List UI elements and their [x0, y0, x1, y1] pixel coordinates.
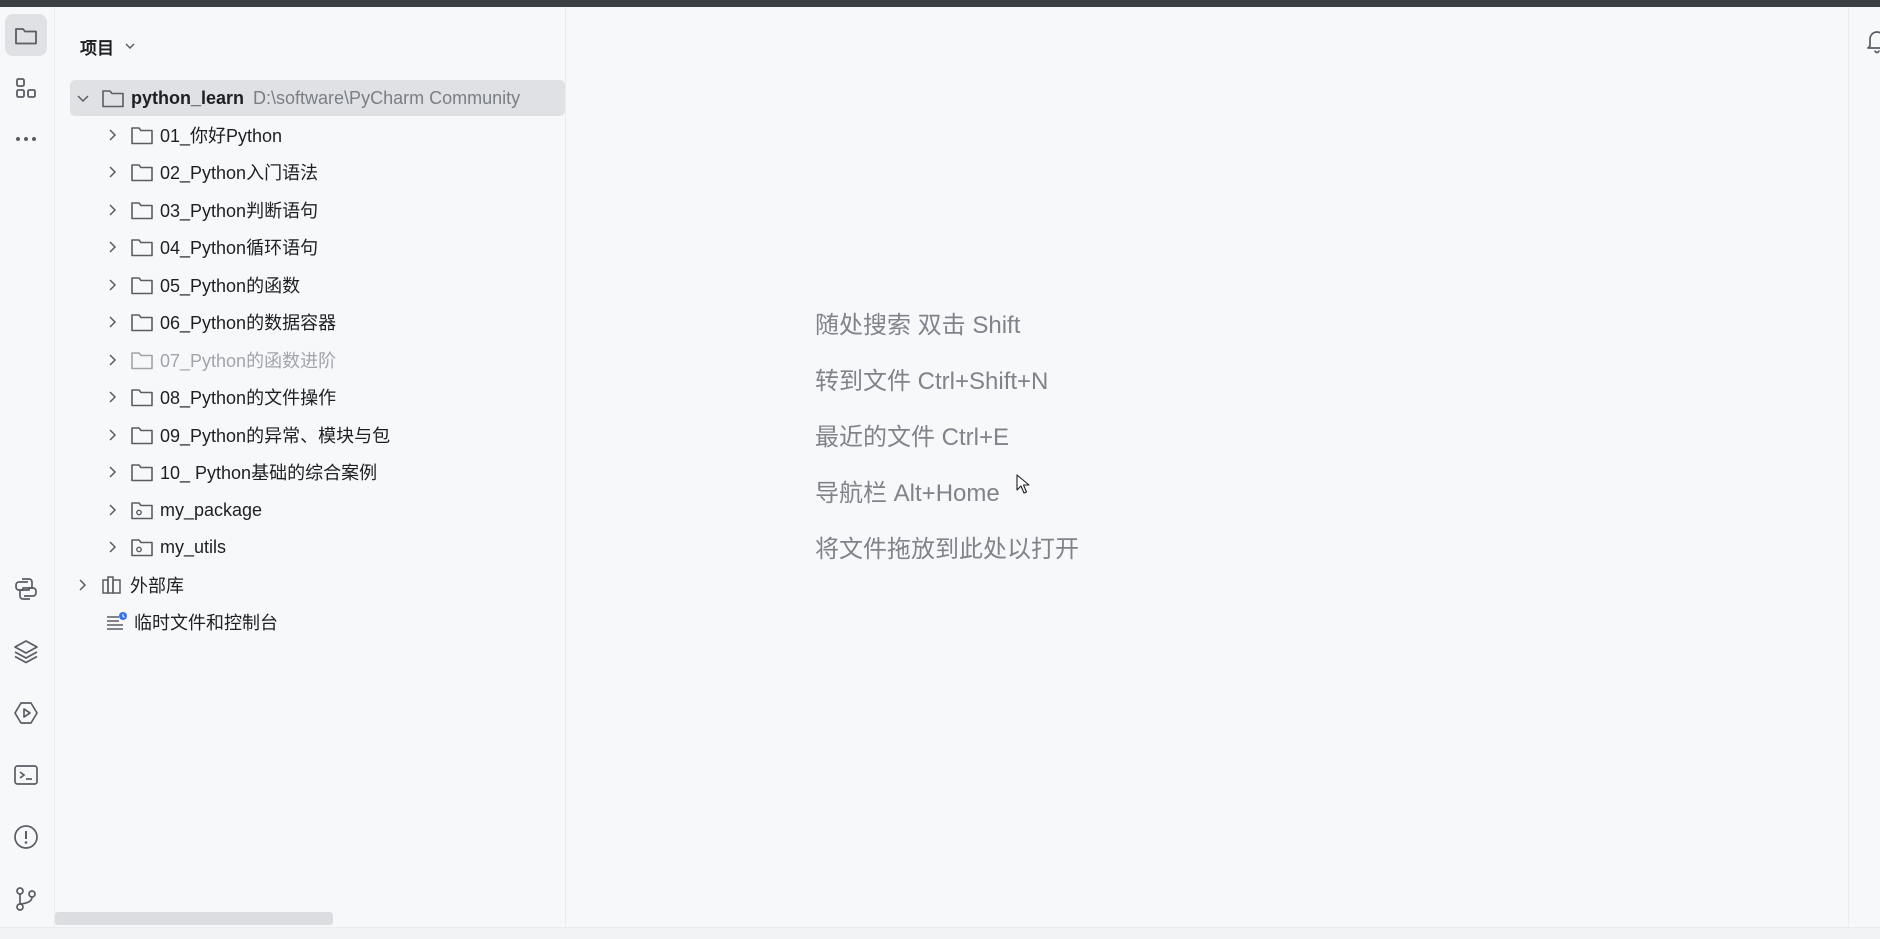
- folder-label: 08_Python的文件操作: [160, 388, 337, 408]
- folder-icon: [130, 274, 154, 296]
- more-icon[interactable]: [5, 118, 47, 160]
- tree-folder-item[interactable]: 08_Python的文件操作: [55, 379, 565, 415]
- folder-icon: [130, 199, 154, 221]
- tree-folder-item[interactable]: 02_Python入门语法: [55, 154, 565, 190]
- folder-icon: [130, 461, 154, 483]
- layers-icon[interactable]: [5, 630, 47, 672]
- folder-icon: [130, 386, 154, 408]
- tree-folder-item[interactable]: 09_Python的异常、模块与包: [55, 417, 565, 453]
- chevron-down-icon: [125, 43, 135, 50]
- terminal-icon[interactable]: [5, 754, 47, 796]
- hint-drop-files: 将文件拖放到此处以打开: [815, 536, 1079, 563]
- scrollbar-thumb[interactable]: [55, 912, 333, 925]
- scratches-label: 临时文件和控制台: [134, 613, 278, 633]
- folder-icon: [130, 161, 154, 183]
- chevron-right-icon[interactable]: [104, 127, 120, 143]
- tree-external-libraries[interactable]: 外部库: [55, 567, 565, 603]
- horizontal-scrollbar[interactable]: [55, 912, 565, 926]
- tree-folder-item[interactable]: 01_你好Python: [55, 117, 565, 153]
- panel-title: 项目: [80, 38, 114, 58]
- chevron-right-icon[interactable]: [104, 277, 120, 293]
- tree-folder-item[interactable]: 04_Python循环语句: [55, 229, 565, 265]
- python-console-icon[interactable]: [5, 568, 47, 610]
- problems-icon[interactable]: [5, 816, 47, 858]
- left-toolbar: [0, 7, 55, 938]
- scratches-icon: [104, 611, 128, 633]
- package-label: my_utils: [160, 536, 227, 557]
- folder-label: 07_Python的函数进阶: [160, 351, 337, 371]
- folder-icon: [130, 349, 154, 371]
- chevron-right-icon[interactable]: [104, 539, 120, 555]
- chevron-right-icon[interactable]: [74, 577, 90, 593]
- folder-icon: [101, 87, 125, 109]
- mouse-cursor-icon: [1016, 474, 1030, 494]
- tree-folder-item[interactable]: 06_Python的数据容器: [55, 304, 565, 340]
- package-folder-icon: [130, 499, 154, 521]
- chevron-right-icon[interactable]: [104, 239, 120, 255]
- chevron-right-icon[interactable]: [104, 389, 120, 405]
- chevron-right-icon[interactable]: [104, 502, 120, 518]
- structure-icon[interactable]: [5, 67, 47, 109]
- folder-icon: [130, 236, 154, 258]
- tree-package-item[interactable]: my_package: [55, 492, 565, 528]
- notifications-icon[interactable]: [1865, 27, 1880, 55]
- root-name: python_learn: [131, 87, 245, 108]
- chevron-right-icon[interactable]: [104, 464, 120, 480]
- project-panel-header[interactable]: 项目: [80, 31, 138, 61]
- tree-scratches[interactable]: 临时文件和控制台: [55, 604, 565, 640]
- chevron-right-icon[interactable]: [104, 164, 120, 180]
- folder-label: 02_Python入门语法: [160, 163, 319, 183]
- hint-search-everywhere: 随处搜索 双击 Shift: [815, 312, 1021, 339]
- external-libraries-label: 外部库: [130, 576, 184, 596]
- services-icon[interactable]: [5, 692, 47, 734]
- folder-label: 09_Python的异常、模块与包: [160, 426, 391, 446]
- folder-label: 01_你好Python: [160, 126, 283, 146]
- folder-label: 05_Python的函数: [160, 276, 301, 296]
- chevron-right-icon[interactable]: [104, 314, 120, 330]
- status-bar: [0, 927, 1880, 939]
- tree-root-python-learn[interactable]: python_learn D:\software\PyCharm Communi…: [70, 80, 565, 116]
- folder-icon: [130, 311, 154, 333]
- project-icon[interactable]: [5, 14, 47, 56]
- folder-label: 10_ Python基础的综合案例: [160, 463, 378, 483]
- chevron-right-icon[interactable]: [104, 352, 120, 368]
- right-toolbar: [1848, 7, 1880, 927]
- package-folder-icon: [130, 536, 154, 558]
- git-icon[interactable]: [5, 878, 47, 920]
- tree-package-item[interactable]: my_utils: [55, 529, 565, 565]
- folder-icon: [130, 424, 154, 446]
- library-icon: [100, 574, 124, 596]
- folder-icon: [130, 124, 154, 146]
- chevron-right-icon[interactable]: [104, 202, 120, 218]
- chevron-right-icon[interactable]: [104, 427, 120, 443]
- tree-folder-item[interactable]: 07_Python的函数进阶: [55, 342, 565, 378]
- tree-folder-item[interactable]: 10_ Python基础的综合案例: [55, 454, 565, 490]
- window-top-bar: [0, 0, 1880, 7]
- folder-label: 06_Python的数据容器: [160, 313, 337, 333]
- folder-label: 03_Python判断语句: [160, 201, 319, 221]
- project-panel: 项目 python_learn D:\software\PyCharm Comm…: [55, 7, 566, 927]
- root-path: D:\software\PyCharm Community: [253, 87, 521, 108]
- hint-recent-files: 最近的文件 Ctrl+E: [815, 424, 1010, 451]
- editor-empty-area[interactable]: 随处搜索 双击 Shift 转到文件 Ctrl+Shift+N 最近的文件 Ct…: [566, 7, 1848, 927]
- hint-navigation-bar: 导航栏 Alt+Home: [815, 480, 1000, 507]
- hint-go-to-file: 转到文件 Ctrl+Shift+N: [815, 368, 1049, 395]
- chevron-down-icon[interactable]: [75, 90, 91, 106]
- folder-label: 04_Python循环语句: [160, 238, 319, 258]
- package-label: my_package: [160, 499, 263, 520]
- tree-folder-item[interactable]: 03_Python判断语句: [55, 192, 565, 228]
- tree-folder-item[interactable]: 05_Python的函数: [55, 267, 565, 303]
